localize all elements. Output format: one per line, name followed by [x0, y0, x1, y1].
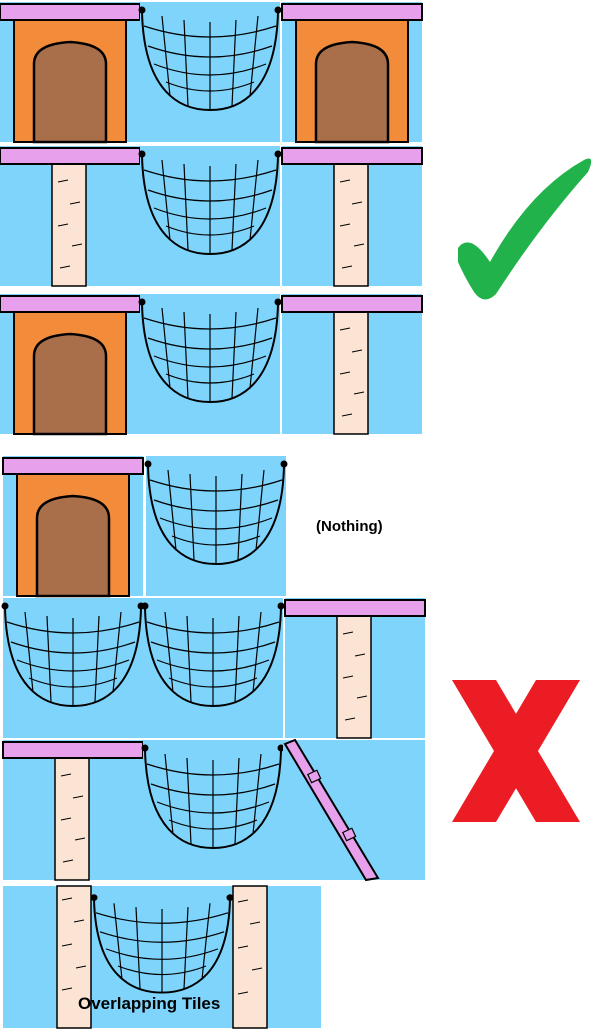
net-tile	[140, 739, 286, 881]
trunk-tile	[284, 597, 426, 739]
net-tile	[137, 293, 283, 435]
trunk-tile	[0, 145, 141, 287]
bad-row-1	[1, 454, 289, 598]
door-tile	[0, 292, 142, 436]
bad-row-3	[2, 738, 425, 882]
net-tile	[140, 597, 286, 739]
good-row-1	[0, 0, 424, 144]
net-tile	[137, 145, 283, 287]
overlapping-tiles-label: Overlapping Tiles	[78, 994, 221, 1013]
cross-mark-icon	[452, 680, 580, 822]
check-mark-icon	[458, 158, 592, 300]
good-row-2	[0, 145, 423, 287]
good-row-3	[0, 292, 423, 436]
net-tile	[137, 1, 283, 143]
nothing-label: (Nothing)	[316, 518, 383, 535]
trunk-tile	[281, 145, 423, 287]
door-tile	[280, 0, 424, 144]
tile-rules-diagram	[0, 0, 592, 1029]
door-tile	[1, 454, 145, 598]
tilted-platform-tile	[283, 738, 425, 882]
trunk-tile	[281, 293, 423, 435]
net-tile	[0, 597, 146, 739]
trunk-tile	[2, 739, 144, 881]
net-tile	[143, 455, 289, 597]
bad-row-2	[0, 597, 426, 739]
trunk-right	[232, 885, 268, 1029]
door-tile	[0, 0, 142, 144]
